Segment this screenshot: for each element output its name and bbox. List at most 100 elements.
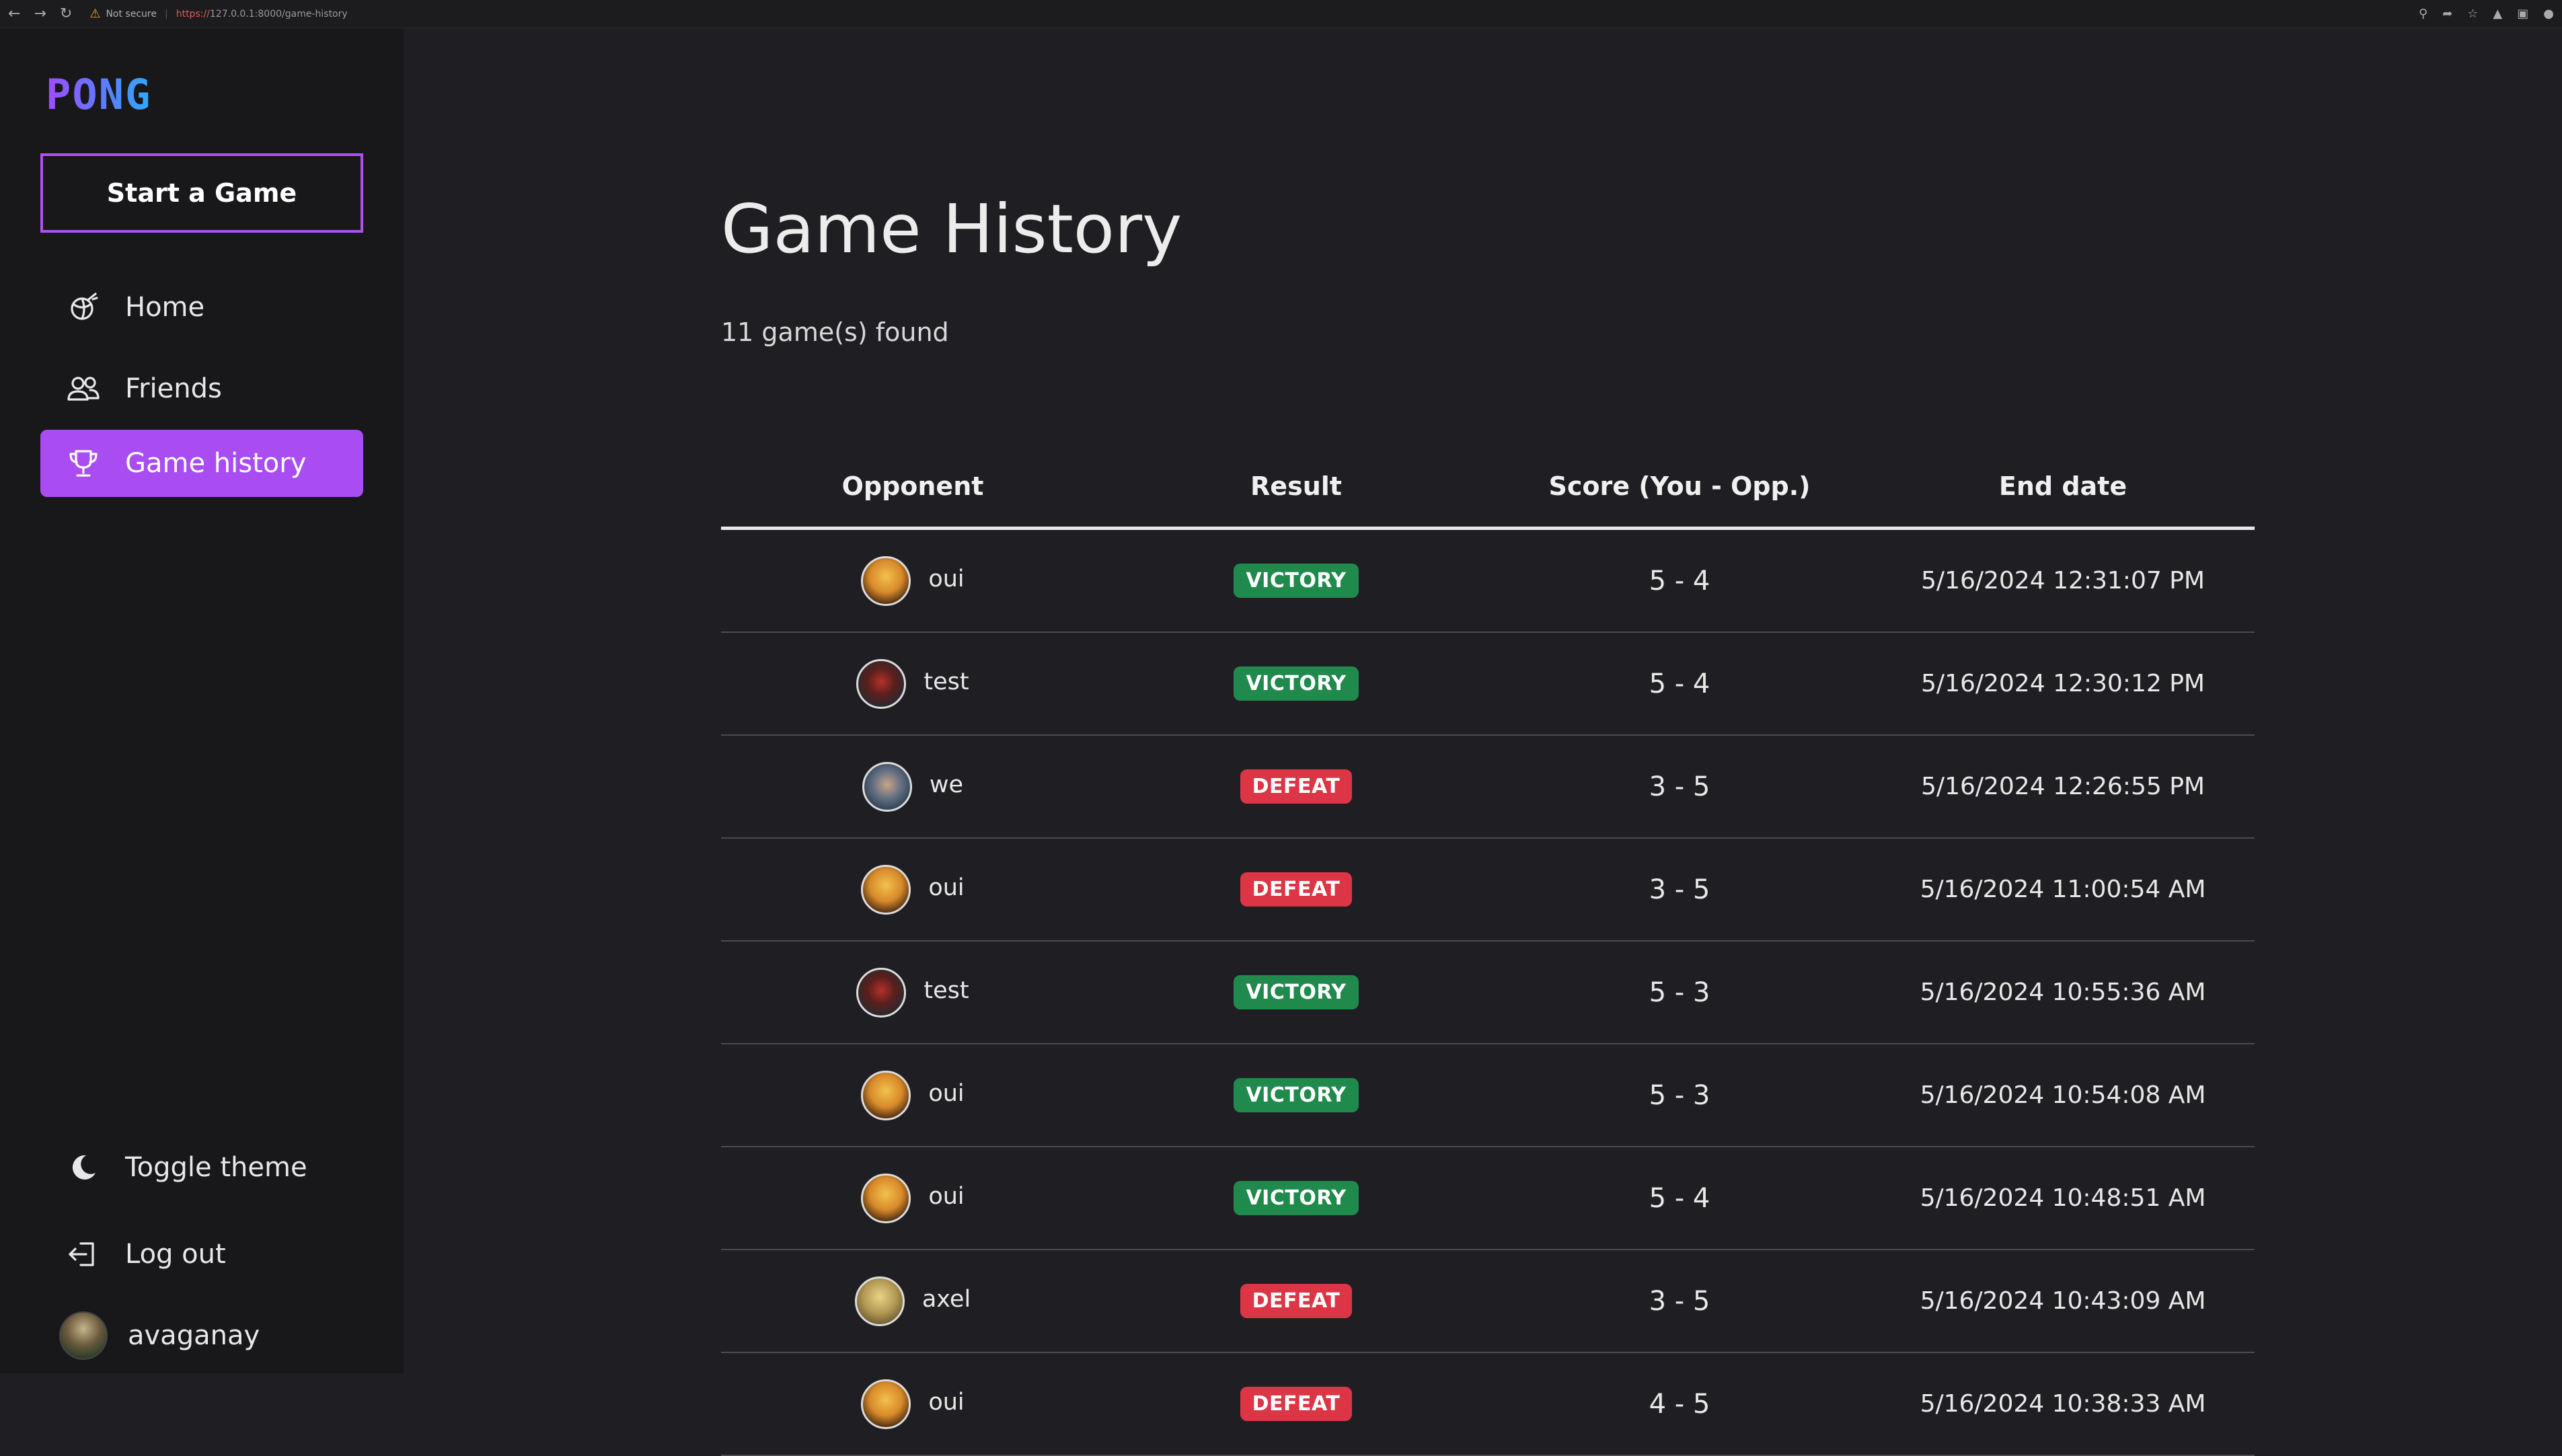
opponent-name: we <box>929 771 964 798</box>
table-row[interactable]: oui VICTORY 5 - 3 5/16/2024 10:54:08 AM <box>721 1044 2255 1147</box>
table-header: Opponent Result Score (You - Opp.) End d… <box>721 445 2255 530</box>
games-count: 11 game(s) found <box>721 317 949 347</box>
score-cell: 5 - 4 <box>1649 668 1710 699</box>
result-badge: VICTORY <box>1234 1078 1359 1112</box>
opponent-avatar <box>861 1173 911 1223</box>
sidebar-item-game-history[interactable]: Game history <box>40 430 363 497</box>
end-date-cell: 5/16/2024 12:26:55 PM <box>1921 773 2205 800</box>
opponent-cell: we <box>721 761 1104 812</box>
sidebar-item-friends[interactable]: Friends <box>40 355 363 422</box>
sidebar-item-label: Home <box>125 292 205 323</box>
reload-icon[interactable]: ↻ <box>60 5 72 22</box>
url-separator: | <box>164 8 168 20</box>
opponent-cell: test <box>721 967 1104 1018</box>
result-cell: DEFEAT <box>1104 769 1488 804</box>
logout-icon <box>65 1235 102 1273</box>
back-icon[interactable]: ← <box>8 5 20 22</box>
url-scheme: https:// <box>176 8 210 20</box>
profile-icon[interactable]: ● <box>2543 7 2554 21</box>
opponent-name: test <box>924 668 969 695</box>
forward-icon[interactable]: → <box>34 5 46 22</box>
start-game-button[interactable]: Start a Game <box>40 153 363 233</box>
score-cell: 3 - 5 <box>1649 874 1710 905</box>
opponent-cell: oui <box>721 864 1104 915</box>
page-title: Game History <box>721 190 1182 268</box>
end-date-cell: 5/16/2024 10:38:33 AM <box>1920 1390 2206 1418</box>
address-bar[interactable]: https://127.0.0.1:8000/game-history <box>176 9 348 20</box>
zoom-icon[interactable]: ⚲ <box>2419 7 2427 21</box>
opponent-cell: oui <box>721 1070 1104 1120</box>
username-label: avaganay <box>128 1320 260 1351</box>
opponent-name: oui <box>928 1388 965 1416</box>
toggle-theme-button[interactable]: Toggle theme <box>40 1134 363 1201</box>
toggle-theme-label: Toggle theme <box>125 1152 307 1183</box>
user-profile-link[interactable]: avaganay <box>40 1302 363 1369</box>
opponent-avatar <box>861 864 911 915</box>
result-badge: DEFEAT <box>1240 1284 1353 1318</box>
end-date-cell: 5/16/2024 10:54:08 AM <box>1920 1081 2206 1109</box>
bookmark-star-icon[interactable]: ☆ <box>2467 7 2478 21</box>
main-content: Game History 11 game(s) found Opponent R… <box>404 28 2562 1456</box>
result-cell: DEFEAT <box>1104 1284 1488 1318</box>
opponent-cell: oui <box>721 1173 1104 1223</box>
opponent-name: oui <box>928 874 965 901</box>
table-row[interactable]: oui DEFEAT 4 - 5 5/16/2024 10:38:33 AM <box>721 1353 2255 1456</box>
opponent-avatar <box>861 1070 911 1120</box>
column-header-score: Score (You - Opp.) <box>1548 471 1811 501</box>
pong-logo[interactable]: PONG <box>46 70 151 119</box>
opponent-avatar <box>862 761 912 812</box>
result-badge: VICTORY <box>1234 1181 1359 1215</box>
result-badge: DEFEAT <box>1240 769 1353 804</box>
result-cell: VICTORY <box>1104 1078 1488 1112</box>
end-date-cell: 5/16/2024 11:00:54 AM <box>1920 876 2206 903</box>
result-badge: DEFEAT <box>1240 1387 1353 1421</box>
sidebar-toggle-icon[interactable]: ▣ <box>2517 7 2528 21</box>
users-icon <box>65 370 102 408</box>
end-date-cell: 5/16/2024 10:43:09 AM <box>1920 1287 2206 1315</box>
table-row[interactable]: axel DEFEAT 3 - 5 5/16/2024 10:43:09 AM <box>721 1250 2255 1353</box>
table-row[interactable]: oui VICTORY 5 - 4 5/16/2024 10:48:51 AM <box>721 1147 2255 1250</box>
opponent-cell: test <box>721 658 1104 709</box>
result-badge: DEFEAT <box>1240 872 1353 907</box>
browser-nav: ← → ↻ <box>8 5 72 22</box>
game-history-table: Opponent Result Score (You - Opp.) End d… <box>721 445 2255 1456</box>
score-cell: 3 - 5 <box>1649 1285 1710 1317</box>
opponent-avatar <box>854 1276 905 1326</box>
score-cell: 5 - 3 <box>1649 1079 1710 1111</box>
end-date-cell: 5/16/2024 12:30:12 PM <box>1921 670 2205 697</box>
score-cell: 5 - 4 <box>1649 1182 1710 1214</box>
end-date-cell: 5/16/2024 10:48:51 AM <box>1920 1184 2206 1212</box>
opponent-name: oui <box>928 565 965 592</box>
end-date-cell: 5/16/2024 10:55:36 AM <box>1920 979 2206 1006</box>
opponent-name: axel <box>921 1285 971 1313</box>
result-cell: VICTORY <box>1104 564 1488 598</box>
sidebar-item-home[interactable]: Home <box>40 274 363 341</box>
opponent-name: test <box>924 976 969 1004</box>
browser-toolbar: ← → ↻ ⚠ Not secure | https://127.0.0.1:8… <box>0 0 2562 28</box>
sidebar-item-label: Game history <box>125 448 307 479</box>
result-badge: VICTORY <box>1234 564 1359 598</box>
sidebar: PONG Start a Game Home Friends Game hist… <box>0 28 404 1373</box>
extensions-icon[interactable]: ▲ <box>2493 7 2502 21</box>
table-body: oui VICTORY 5 - 4 5/16/2024 12:31:07 PM test… <box>721 530 2255 1456</box>
logout-button[interactable]: Log out <box>40 1221 363 1288</box>
result-cell: VICTORY <box>1104 975 1488 1009</box>
share-icon[interactable]: ➦ <box>2442 7 2452 21</box>
score-cell: 5 - 4 <box>1649 565 1710 597</box>
user-avatar <box>59 1311 108 1360</box>
opponent-name: oui <box>928 1079 965 1107</box>
sidebar-item-label: Friends <box>125 373 222 404</box>
table-row[interactable]: oui VICTORY 5 - 4 5/16/2024 12:31:07 PM <box>721 530 2255 633</box>
table-row[interactable]: oui DEFEAT 3 - 5 5/16/2024 11:00:54 AM <box>721 839 2255 942</box>
url-path: 127.0.0.1:8000/game-history <box>209 8 348 20</box>
opponent-avatar <box>856 658 907 709</box>
column-header-end-date: End date <box>1998 471 2127 501</box>
result-cell: VICTORY <box>1104 666 1488 701</box>
score-cell: 4 - 5 <box>1649 1388 1710 1420</box>
trophy-icon <box>65 445 102 482</box>
opponent-avatar <box>856 967 907 1018</box>
table-row[interactable]: test VICTORY 5 - 3 5/16/2024 10:55:36 AM <box>721 942 2255 1044</box>
ball-icon <box>65 289 102 326</box>
table-row[interactable]: we DEFEAT 3 - 5 5/16/2024 12:26:55 PM <box>721 736 2255 839</box>
table-row[interactable]: test VICTORY 5 - 4 5/16/2024 12:30:12 PM <box>721 633 2255 736</box>
